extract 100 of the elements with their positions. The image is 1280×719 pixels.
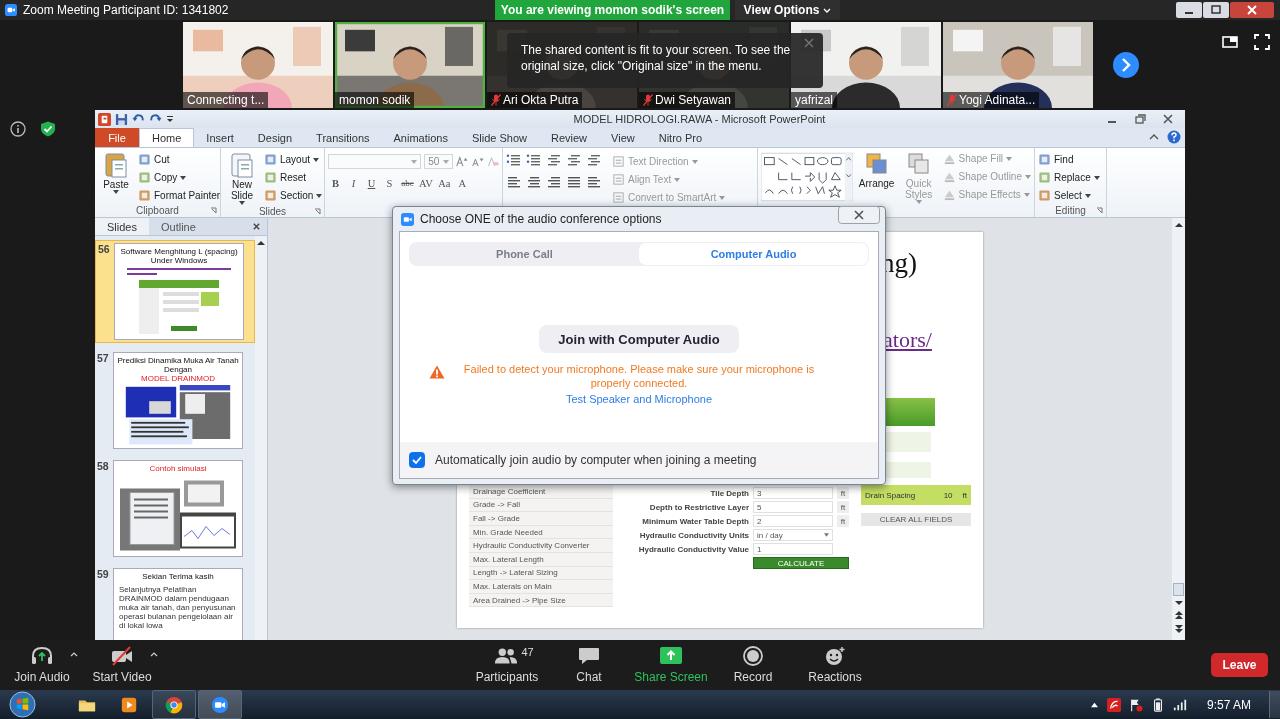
close-icon[interactable] (252, 222, 261, 231)
numbered-list-icon[interactable] (526, 153, 542, 167)
input-field[interactable]: 2 (753, 515, 833, 527)
ribbon-button[interactable]: Cut (138, 151, 221, 168)
align-right-icon[interactable] (546, 175, 562, 189)
action-center-flag-icon[interactable] (1128, 697, 1143, 712)
pane-tab[interactable]: Slides (95, 218, 149, 235)
info-icon[interactable] (10, 121, 26, 137)
scrollbar-thumb[interactable] (1173, 583, 1184, 596)
grow-font-icon[interactable] (456, 155, 469, 168)
indent-decrease-icon[interactable] (546, 153, 562, 167)
large-ribbon-button[interactable]: New Slide (224, 151, 260, 205)
large-ribbon-button[interactable]: Paste (98, 151, 134, 204)
calculator-menu-item[interactable]: Length -> Lateral Sizing (469, 566, 613, 581)
calculator-menu-item[interactable]: Hydraulic Conductivity Converter (469, 539, 613, 553)
start-button[interactable] (9, 691, 36, 718)
ribbon-tab[interactable]: Review (538, 128, 600, 147)
leave-button[interactable]: Leave (1211, 653, 1268, 677)
ribbon-tab[interactable]: Nitro Pro (646, 128, 715, 147)
scroll-up-icon[interactable] (1174, 222, 1183, 228)
fullscreen-icon[interactable] (1254, 34, 1270, 50)
close-button[interactable] (838, 206, 880, 224)
checkbox[interactable] (409, 452, 425, 468)
ribbon-tab[interactable]: Transitions (304, 128, 382, 147)
signal-icon[interactable] (1172, 697, 1187, 712)
ribbon-button[interactable]: Find (1038, 151, 1100, 168)
next-slide-icon[interactable] (1174, 624, 1183, 634)
slide-thumbnail-row[interactable]: 57 Prediksi Dinamika Muka Air Tanah Dengan MODEL DRAINMOD (95, 350, 255, 451)
ribbon-button[interactable]: Replace (1038, 169, 1100, 186)
previous-slide-icon[interactable] (1174, 610, 1183, 620)
format-button[interactable]: Aa (436, 175, 452, 191)
join-computer-audio-button[interactable]: Join with Computer Audio (539, 325, 739, 353)
thumbnail-view-icon[interactable] (1222, 34, 1238, 50)
ribbon-button[interactable]: Select (1038, 187, 1100, 204)
show-hidden-icons[interactable] (1089, 701, 1099, 708)
ribbon-button[interactable]: Copy (138, 169, 221, 186)
slide-thumbnail[interactable]: Sekian Terima kasih Selanjutnya Pelatihan DRAINMOD dalam pendugaan muka air tanah, dan penyusunan operasi bulanan pengelolaan air di lokal lowa (113, 568, 243, 640)
columns-icon[interactable] (586, 175, 602, 189)
audio-option-tab[interactable]: Computer Audio (639, 243, 868, 265)
dialog-launcher-icon[interactable] (314, 208, 321, 215)
view-options-button[interactable]: View Options (735, 0, 840, 20)
caret-icon[interactable] (70, 651, 78, 657)
minimize-button[interactable] (1176, 2, 1202, 18)
ribbon-button[interactable]: Section (264, 187, 323, 204)
chat-button[interactable]: Chat (548, 646, 630, 684)
clear-fields-button[interactable]: CLEAR ALL FIELDS (861, 513, 971, 526)
clock[interactable]: 9:57 AM (1206, 697, 1251, 712)
scroll-up-icon[interactable] (257, 240, 265, 246)
slide-thumbnail-row[interactable]: 59 Sekian Terima kasih Selanjutnya Pelatihan DRAINMOD dalam pendugaan muka air tanah, dan penyusunan operasi bulanan pengelolaan air di lokal lowa (95, 566, 255, 640)
format-button[interactable]: AV (418, 175, 434, 191)
slide-thumbnail[interactable]: Contoh simulasi (113, 460, 243, 557)
next-page-button[interactable] (1112, 51, 1140, 79)
font-size-field[interactable]: 50 (424, 154, 454, 169)
test-speaker-link[interactable]: Test Speaker and Microphone (565, 393, 713, 405)
ribbon-button[interactable]: Layout (264, 151, 323, 168)
video-camera-icon[interactable] (211, 695, 229, 714)
record-button[interactable]: Record (712, 646, 794, 684)
format-button[interactable]: B (328, 175, 343, 191)
shape-gallery[interactable] (761, 150, 853, 204)
participants-button[interactable]: 47 Participants (466, 646, 548, 684)
scroll-down-icon[interactable] (1174, 600, 1183, 606)
align-center-icon[interactable] (526, 175, 542, 189)
large-ribbon-button[interactable]: Arrange (858, 150, 895, 217)
caret-icon[interactable] (150, 651, 158, 657)
help-icon[interactable] (1167, 130, 1181, 144)
maximize-button[interactable] (1203, 2, 1229, 18)
audio-option-tab[interactable]: Phone Call (410, 243, 639, 265)
calculate-button[interactable]: CALCULATE (753, 557, 849, 569)
slide-thumbnail-row[interactable]: 56 Software Menghitung L (spacing) Under Windows (95, 240, 255, 343)
input-field[interactable]: 1 (753, 543, 833, 555)
restore-button[interactable] (1133, 113, 1147, 125)
format-button[interactable]: I (346, 175, 361, 191)
dropdown-field[interactable]: in / day (753, 529, 833, 541)
line-spacing-icon[interactable] (586, 153, 602, 167)
file-tab[interactable]: File (95, 128, 139, 147)
format-button[interactable]: abc (400, 175, 415, 191)
ribbon-tab[interactable]: Home (139, 128, 195, 147)
customize-toolbar-icon[interactable] (166, 114, 174, 124)
dialog-launcher-icon[interactable] (210, 207, 217, 214)
shrink-font-icon[interactable] (471, 155, 484, 168)
dialog-launcher-icon[interactable] (1096, 207, 1103, 214)
reactions-button[interactable]: Reactions (794, 646, 876, 684)
format-button[interactable]: S (382, 175, 397, 191)
format-button[interactable]: A (454, 175, 470, 191)
calculator-menu-item[interactable]: Max. Laterals on Main (469, 580, 613, 594)
indent-increase-icon[interactable] (566, 153, 582, 167)
ribbon-tab[interactable]: Animations (381, 128, 460, 147)
slide-thumbnail[interactable]: Software Menghitung L (spacing) Under Windows (114, 243, 244, 340)
media-player-icon[interactable] (120, 695, 138, 714)
font-name-field[interactable] (328, 154, 422, 169)
calculator-menu-item[interactable]: Grade -> Fall (469, 498, 613, 513)
format-button[interactable]: U (364, 175, 379, 191)
antivirus-icon[interactable] (1106, 697, 1121, 712)
shield-icon[interactable] (40, 121, 56, 137)
calculator-menu-item[interactable]: Max. Lateral Length (469, 552, 613, 567)
calculator-menu-item[interactable]: Area Drained -> Pipe Size (469, 593, 613, 608)
calculator-menu-item[interactable]: Min. Grade Needed (469, 525, 613, 540)
ribbon-tab[interactable]: Design (245, 128, 305, 147)
bullet-list-icon[interactable] (506, 153, 522, 167)
ribbon-tab[interactable]: Insert (194, 128, 246, 147)
